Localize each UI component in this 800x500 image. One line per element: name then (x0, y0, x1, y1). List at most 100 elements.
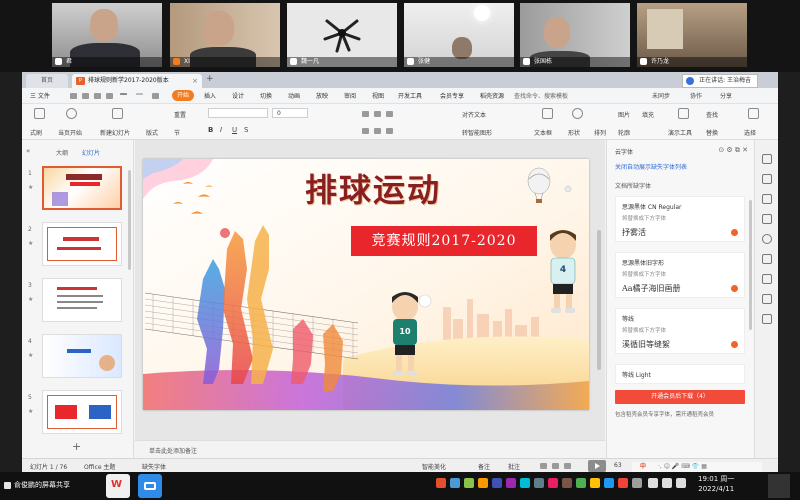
menu-review[interactable]: 审阅 (344, 91, 356, 100)
reading-view-icon[interactable] (564, 463, 571, 469)
new-slide-icon[interactable] (112, 108, 123, 119)
tray-app-icon[interactable] (520, 478, 530, 488)
undo-icon[interactable] (120, 93, 127, 99)
slide-thumbnail-2[interactable] (42, 222, 122, 266)
preview-icon[interactable] (106, 93, 113, 99)
align-left-icon[interactable] (362, 128, 369, 134)
bullet-list-icon[interactable] (362, 111, 369, 117)
replace-button[interactable]: 替换 (706, 128, 718, 137)
slide-subtitle[interactable]: 竞赛规则2017-2020 (351, 226, 537, 256)
canvas-scrollbar[interactable] (597, 230, 601, 370)
property-icon[interactable] (762, 154, 772, 164)
add-slide-icon[interactable]: + (72, 440, 81, 453)
slide-thumbnail-4[interactable] (42, 334, 122, 378)
font-size-select[interactable]: 0 (272, 108, 308, 118)
reset-button[interactable]: 重置 (174, 110, 186, 119)
menu-view[interactable]: 视图 (372, 91, 384, 100)
tray-app-icon[interactable] (478, 478, 488, 488)
tray-app-icon[interactable] (604, 478, 614, 488)
present-tools-icon[interactable] (678, 108, 689, 119)
font-card[interactable]: 思源黑体旧字形 将替换成下方字体 Aa橘子海旧画册 (615, 252, 745, 298)
animation-icon[interactable] (762, 194, 772, 204)
ime-toolbar[interactable]: 中 ·, ☺ 🎤 ⌨ 👕 ▦ (632, 462, 762, 472)
text-icon[interactable] (762, 314, 772, 324)
shape-icon[interactable] (572, 108, 583, 119)
tray-app-icon[interactable] (548, 478, 558, 488)
print-icon[interactable] (94, 93, 101, 99)
volume-icon[interactable] (662, 478, 672, 488)
layout-label[interactable]: 版式 (146, 128, 158, 137)
tray-app-icon[interactable] (436, 478, 446, 488)
tab-document[interactable]: P 排球规则新学2017-2020版本 × (72, 74, 202, 88)
missing-font-status[interactable]: 缺失字体 (142, 462, 166, 471)
smart-beautify-button[interactable]: 智能美化 (422, 462, 446, 471)
tab-outline[interactable]: 大纲 (56, 148, 68, 157)
slide-thumbnail-5[interactable] (42, 390, 122, 434)
cloud-font-icon[interactable] (762, 274, 772, 284)
present-tools-label[interactable]: 演示工具 (668, 128, 692, 137)
participant-tile[interactable]: 魏一凡 (287, 3, 397, 67)
tray-app-icon[interactable] (450, 478, 460, 488)
tray-app-icon[interactable] (590, 478, 600, 488)
close-auto-show-link[interactable]: 关闭自动展示缺失字体列表 (615, 162, 687, 171)
indent-icon[interactable] (386, 111, 393, 117)
collapse-panel-icon[interactable]: « (26, 147, 30, 155)
section-button[interactable]: 节 (174, 128, 180, 137)
meeting-app-icon[interactable] (138, 474, 162, 498)
member-download-button[interactable]: 开通会员后下载（4） (615, 390, 745, 404)
system-clock[interactable]: 19:01 周一 2022/4/11 (698, 474, 734, 494)
shape-label[interactable]: 形状 (568, 128, 580, 137)
comments-toggle[interactable]: 批注 (508, 462, 520, 471)
tray-app-icon[interactable] (492, 478, 502, 488)
align-text-button[interactable]: 对齐文本 (462, 110, 486, 119)
participant-tile[interactable]: 君 (52, 3, 162, 67)
slide-title[interactable]: 排球运动 (273, 165, 473, 211)
play-from-current-icon[interactable] (66, 108, 77, 119)
textbox-icon[interactable] (542, 108, 553, 119)
tray-app-icon[interactable] (534, 478, 544, 488)
fill-button[interactable]: 填充 (642, 110, 654, 119)
participant-tile[interactable]: 张国栋 (520, 3, 630, 67)
menu-developer[interactable]: 开发工具 (398, 91, 422, 100)
tab-home[interactable]: 首页 (26, 74, 68, 88)
menu-design[interactable]: 设计 (232, 91, 244, 100)
close-tab-icon[interactable]: × (192, 74, 198, 88)
participant-tile[interactable]: 张健 (404, 3, 514, 67)
transition-icon[interactable] (762, 214, 772, 224)
panel-tool-icons[interactable]: ⊙ ⚙ ⧉ ✕ (718, 146, 748, 155)
align-right-icon[interactable] (386, 128, 393, 134)
notes-toggle[interactable]: 备注 (478, 462, 490, 471)
sync-status[interactable]: 未同步 (652, 91, 670, 100)
download-font-icon[interactable] (731, 341, 738, 348)
menu-slideshow[interactable]: 放映 (316, 91, 328, 100)
normal-view-icon[interactable] (540, 463, 547, 469)
tray-app-icon[interactable] (506, 478, 516, 488)
adjust-icon[interactable] (762, 174, 772, 184)
select-icon[interactable] (748, 108, 759, 119)
help-icon[interactable] (762, 234, 772, 244)
export-icon[interactable] (82, 93, 89, 99)
save-icon[interactable] (70, 93, 77, 99)
sorter-view-icon[interactable] (552, 463, 559, 469)
battery-icon[interactable] (676, 478, 686, 488)
thumbnail-scrollbar[interactable] (128, 170, 131, 270)
quick-access-icon[interactable] (152, 93, 159, 99)
slide-canvas[interactable]: 排球运动 竞赛规则2017-2020 10 4 (143, 159, 589, 410)
menu-file[interactable]: 三 文件 (30, 91, 50, 100)
zoom-level[interactable]: 63 (614, 462, 622, 469)
strikethrough-icon[interactable]: S (244, 126, 248, 134)
network-icon[interactable] (648, 478, 658, 488)
redo-icon[interactable] (136, 93, 143, 99)
download-font-icon[interactable] (731, 285, 738, 292)
italic-icon[interactable]: I (220, 126, 222, 134)
share-button[interactable]: 分享 (720, 91, 732, 100)
download-font-icon[interactable] (731, 229, 738, 236)
menu-animation[interactable]: 动画 (288, 91, 300, 100)
play-slideshow-button[interactable] (588, 460, 606, 472)
new-tab-icon[interactable]: + (206, 74, 214, 84)
notes-pane[interactable]: 单击此处添加备注 (135, 440, 605, 458)
smart-graphic-button[interactable]: 转智能图形 (462, 128, 492, 137)
menu-start[interactable]: 开始 (172, 90, 195, 101)
menu-transition[interactable]: 切换 (260, 91, 272, 100)
menu-docer[interactable]: 稻壳资源 (480, 91, 504, 100)
